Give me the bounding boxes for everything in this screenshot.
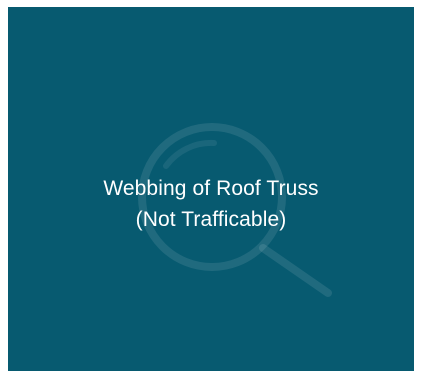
tile-caption: Webbing of Roof Truss (Not Trafficable) <box>8 173 414 235</box>
roof-truss-tile[interactable]: Webbing of Roof Truss (Not Trafficable) <box>8 7 414 371</box>
caption-line-1: Webbing of Roof Truss <box>103 177 319 200</box>
caption-line-2: (Not Trafficable) <box>135 208 287 231</box>
